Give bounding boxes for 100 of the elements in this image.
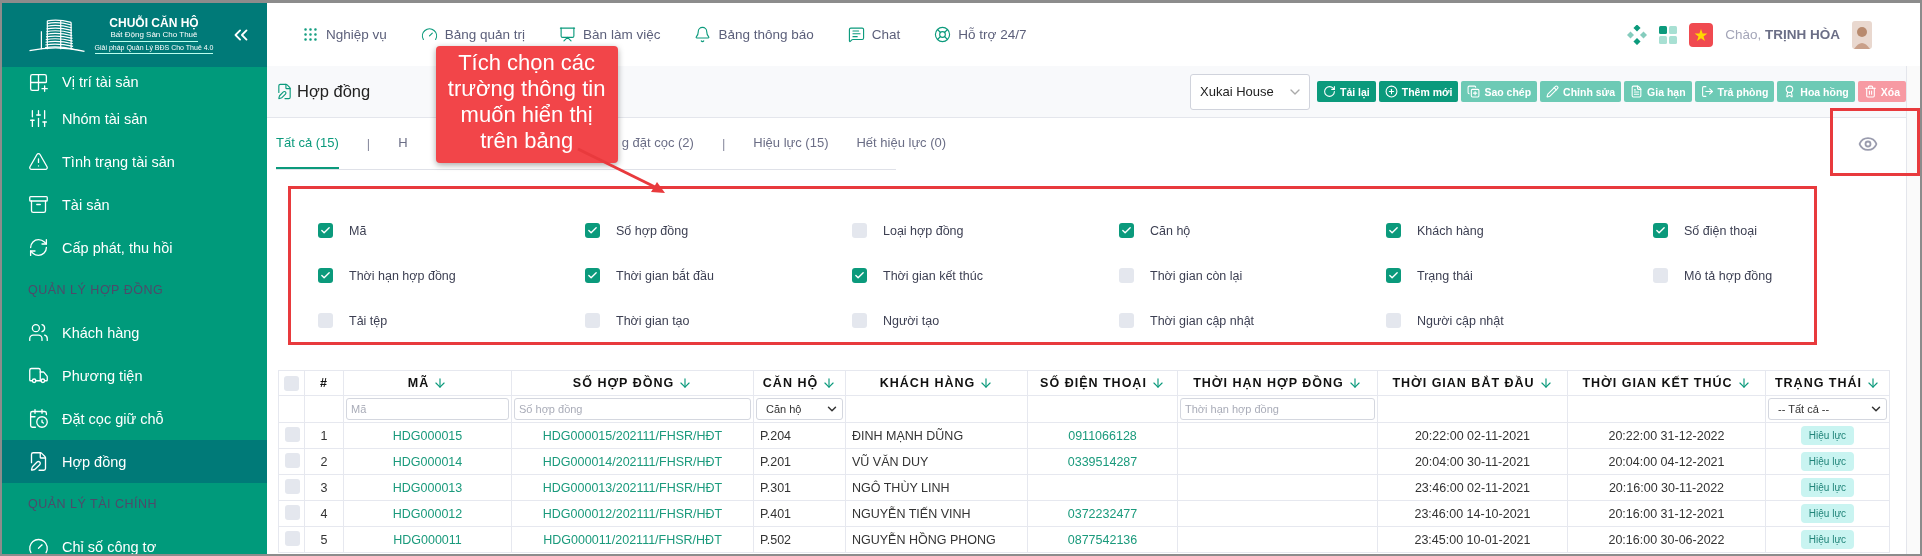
checkbox[interactable] [852, 268, 867, 283]
people-icon [28, 322, 49, 343]
status-badge: Hiệu lực [1800, 452, 1855, 471]
field-label: Thời gian bắt đầu [616, 268, 714, 283]
nav-link[interactable]: Bàn làm việc [559, 26, 661, 43]
bell-icon [694, 26, 712, 43]
lifebuoy-icon [934, 26, 952, 43]
field-label: Tải tệp [349, 313, 388, 328]
checkbox[interactable] [1119, 223, 1134, 238]
checkbox[interactable] [852, 223, 867, 238]
filter-select[interactable]: -- Tất cả -- [1768, 398, 1887, 420]
sidebar-item[interactable]: Chỉ số công tơ [2, 525, 267, 554]
tab[interactable]: Tất cả (15) [276, 118, 339, 169]
check-icon [320, 270, 331, 281]
table-cell: VŨ VĂN DUY [852, 454, 929, 469]
filter-field[interactable]: Mã [346, 398, 509, 420]
tiles-icon[interactable] [1659, 25, 1678, 44]
toolbar-button[interactable]: Thêm mới [1378, 81, 1459, 102]
pencil-icon [1546, 85, 1560, 98]
check-icon [587, 270, 598, 281]
checkbox[interactable] [285, 504, 300, 520]
table-cell: P.502 [760, 532, 792, 547]
field-label: Số hợp đồng [616, 223, 689, 238]
field-label: Căn hộ [1150, 223, 1191, 238]
table-cell: NGÔ THÙY LINH [852, 480, 950, 495]
truck-icon [28, 365, 49, 386]
field-label: Số điện thoại [1684, 223, 1757, 238]
check-icon [1121, 225, 1132, 236]
checkbox[interactable] [285, 478, 300, 494]
filter-select[interactable]: Căn hộ [756, 398, 843, 420]
toolbar-button[interactable]: Tải lại [1317, 81, 1376, 102]
field-label: Mã [349, 223, 367, 238]
checkbox[interactable] [1119, 313, 1134, 328]
check-icon [854, 270, 865, 281]
check-icon [1655, 225, 1666, 236]
nav-link[interactable]: Nghiệp vụ [302, 26, 387, 43]
sidebar-item[interactable]: Tình trạng tài sản [2, 140, 267, 183]
sidebar-item[interactable]: Hợp đồng [2, 440, 267, 483]
table-cell: 1 [320, 428, 328, 443]
checkbox[interactable] [1119, 268, 1134, 283]
diamond-dots-icon[interactable] [1627, 24, 1648, 45]
status-badge: Hiệu lực [1800, 504, 1855, 523]
house-select[interactable]: Xukai House [1190, 73, 1310, 110]
nav-link[interactable]: Bảng thông báo [694, 26, 814, 43]
page-title: Hợp đồng [297, 82, 371, 101]
exit-icon [1700, 85, 1714, 98]
checkbox[interactable] [585, 268, 600, 283]
table-cell: 20:04:00 04-12-2021 [1608, 454, 1725, 469]
checkbox[interactable] [852, 313, 867, 328]
checkbox[interactable] [1653, 268, 1668, 283]
tab[interactable]: Hiệu lực (15) [753, 118, 829, 169]
section-heading: QUẢN LÝ HỢP ĐỒNG [28, 283, 164, 297]
nav-link[interactable]: Hỗ trợ 24/7 [934, 26, 1027, 43]
filter-field[interactable]: Thời hạn hợp đồng [1180, 398, 1375, 420]
nav-link[interactable]: Chat [847, 26, 901, 43]
checkbox[interactable] [284, 375, 299, 391]
checkbox[interactable] [585, 223, 600, 238]
sidebar-item[interactable]: Phương tiện [2, 354, 267, 397]
checkbox[interactable] [318, 313, 333, 328]
sidebar-item[interactable]: Vị trí tài sản [2, 67, 267, 97]
field-label: Trạng thái [1417, 268, 1473, 283]
filter-field[interactable]: Số hợp đồng [514, 398, 751, 420]
greeting: Chào, TRỊNH HÒA [1725, 27, 1840, 42]
tab[interactable]: Hết hiệu lực (0) [856, 118, 947, 169]
gauge-icon [420, 26, 438, 43]
checkbox[interactable] [1386, 268, 1401, 283]
warning-icon [28, 151, 49, 172]
column-header[interactable]: # [320, 376, 328, 390]
table-cell: NGUYỄN TIẾN VINH [852, 506, 971, 521]
checkbox[interactable] [1386, 313, 1401, 328]
file-pen-icon [28, 451, 49, 472]
sidebar-item[interactable]: Nhóm tài sản [2, 97, 267, 140]
checkbox[interactable] [1653, 223, 1668, 238]
checkbox[interactable] [585, 313, 600, 328]
tab[interactable]: H [398, 118, 408, 169]
checkbox[interactable] [318, 268, 333, 283]
sidebar-item[interactable]: Đặt cọc giữ chỗ [2, 397, 267, 440]
file-pen-icon [276, 83, 293, 100]
table-cell: P.401 [760, 506, 792, 521]
flag-icon[interactable] [1689, 22, 1714, 47]
column-header[interactable]: MÃ [407, 376, 430, 390]
sidebar-item[interactable]: Cấp phát, thu hồi [2, 226, 267, 269]
table-cell: P.201 [760, 454, 792, 469]
tab[interactable]: g đặt cọc (2) [621, 118, 694, 169]
checkbox[interactable] [318, 223, 333, 238]
checkbox[interactable] [1386, 223, 1401, 238]
checkbox[interactable] [285, 452, 300, 468]
table-cell: 20:16:00 30-11-2022 [1608, 480, 1725, 495]
plus-circle-icon [1384, 85, 1398, 98]
sidebar-item[interactable]: Khách hàng [2, 311, 267, 354]
nav-link[interactable]: Bảng quản trị [420, 26, 526, 43]
avatar[interactable] [1852, 20, 1872, 49]
checkbox[interactable] [285, 426, 300, 442]
field-label: Thời hạn hợp đồng [349, 268, 456, 283]
callout-tooltip: Tích chọn các trường thông tin muốn hiển thị trên bảng [435, 46, 618, 163]
sidebar-item[interactable]: Tài sản [2, 183, 267, 226]
table-cell: P.301 [760, 480, 792, 495]
eye-icon[interactable] [1858, 134, 1878, 154]
checkbox[interactable] [285, 530, 300, 546]
chat-icon [847, 26, 865, 43]
